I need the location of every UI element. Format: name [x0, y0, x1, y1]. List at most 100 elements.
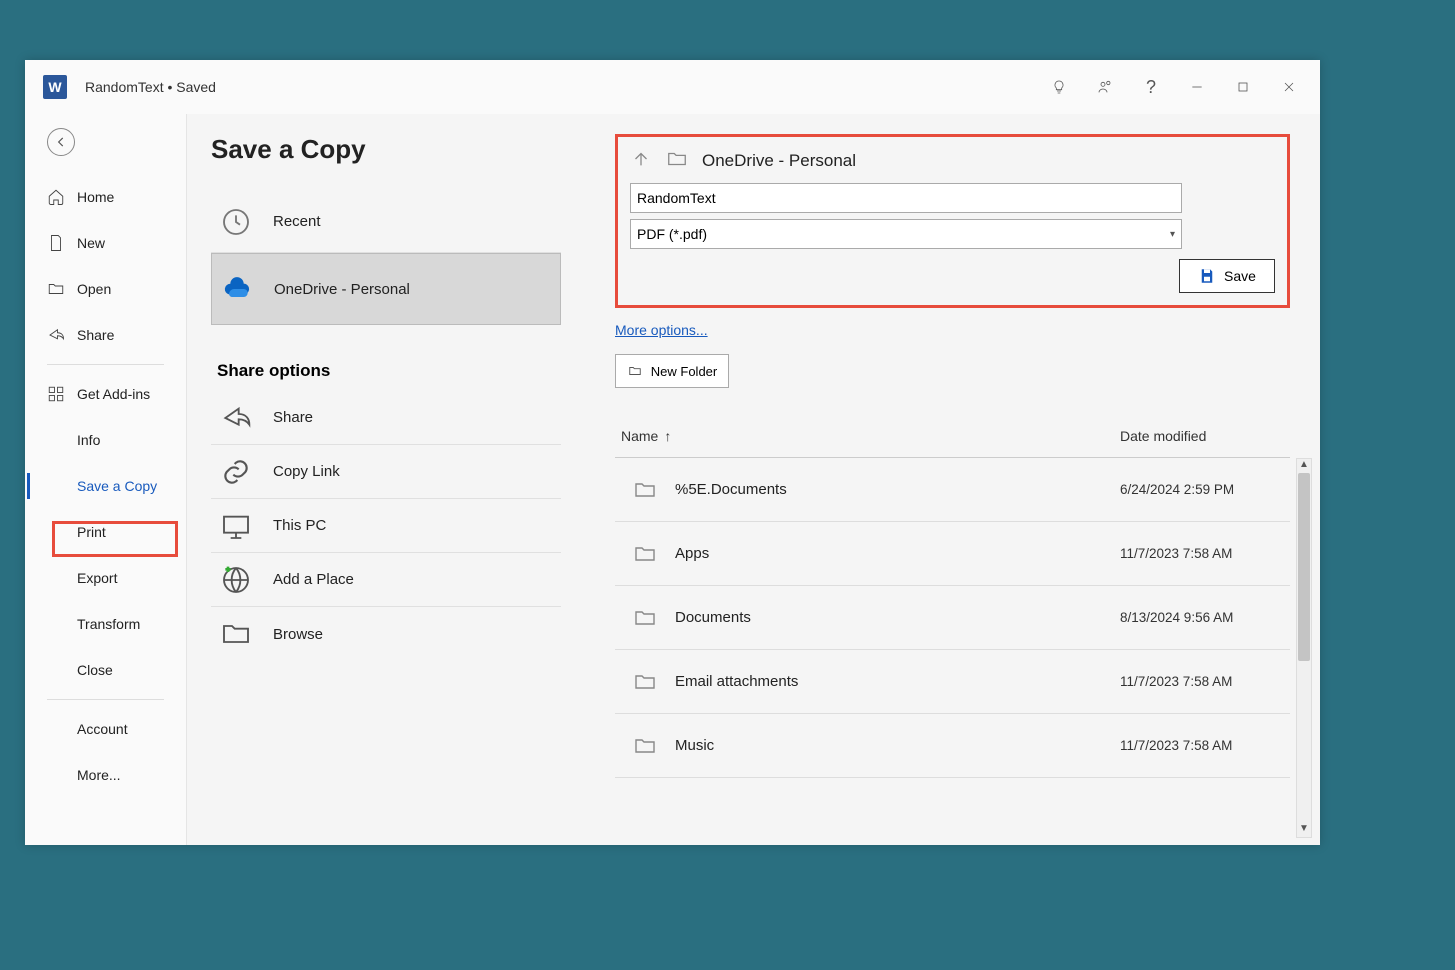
filetype-select[interactable]: PDF (*.pdf) ▾: [630, 219, 1182, 249]
location-onedrive[interactable]: OneDrive - Personal: [211, 253, 561, 325]
share-arrow-icon: [219, 401, 253, 435]
share-option-thispc[interactable]: This PC: [211, 499, 561, 553]
location-recent[interactable]: Recent: [211, 191, 561, 253]
column-date-header[interactable]: Date modified: [1120, 428, 1290, 444]
file-row[interactable]: Documents8/13/2024 9:56 AM: [615, 586, 1290, 650]
file-row[interactable]: %5E.Documents6/24/2024 2:59 PM: [615, 458, 1290, 522]
location-label: OneDrive - Personal: [274, 281, 410, 298]
account-icon[interactable]: [1082, 65, 1128, 109]
file-row[interactable]: Music11/7/2023 7:58 AM: [615, 714, 1290, 778]
new-doc-icon: [47, 234, 65, 252]
sidebar-item-more[interactable]: More...: [25, 752, 186, 798]
sidebar-item-label: Info: [77, 432, 100, 448]
share-option-label: This PC: [273, 517, 326, 534]
scrollbar[interactable]: ▲ ▼: [1296, 458, 1312, 838]
save-button-label: Save: [1224, 268, 1256, 284]
minimize-button[interactable]: [1174, 65, 1220, 109]
pc-icon: [219, 509, 253, 543]
share-option-addplace[interactable]: Add a Place: [211, 553, 561, 607]
file-name: Apps: [675, 545, 1120, 562]
lightbulb-icon[interactable]: [1036, 65, 1082, 109]
save-button[interactable]: Save: [1179, 259, 1275, 293]
sidebar-item-addins[interactable]: Get Add-ins: [25, 371, 186, 417]
close-button[interactable]: [1266, 65, 1312, 109]
current-path[interactable]: OneDrive - Personal: [702, 151, 856, 171]
column-name-header[interactable]: Name ↑: [615, 428, 1120, 444]
onedrive-icon: [220, 272, 254, 306]
save-panel: OneDrive - Personal PDF (*.pdf) ▾ Save M…: [585, 114, 1320, 845]
sidebar-item-label: Get Add-ins: [77, 386, 150, 402]
sort-asc-icon: ↑: [664, 428, 671, 444]
sidebar-item-info[interactable]: Info: [25, 417, 186, 463]
chevron-down-icon: ▾: [1170, 229, 1175, 240]
back-button[interactable]: [47, 128, 75, 156]
up-folder-button[interactable]: [630, 148, 652, 175]
filename-input[interactable]: [630, 183, 1182, 213]
scroll-down-arrow[interactable]: ▼: [1297, 823, 1311, 837]
share-option-label: Copy Link: [273, 463, 340, 480]
scroll-up-arrow[interactable]: ▲: [1297, 459, 1311, 473]
sidebar-item-save-a-copy[interactable]: Save a Copy: [25, 463, 186, 509]
link-icon: [219, 455, 253, 489]
sidebar-item-label: Export: [77, 570, 117, 586]
sidebar-item-label: Transform: [77, 616, 140, 632]
add-place-icon: [219, 563, 253, 597]
file-date: 11/7/2023 7:58 AM: [1120, 546, 1290, 561]
file-date: 11/7/2023 7:58 AM: [1120, 738, 1290, 753]
document-title: RandomText • Saved: [85, 79, 216, 95]
share-option-browse[interactable]: Browse: [211, 607, 561, 661]
share-option-label: Share: [273, 409, 313, 426]
new-folder-button[interactable]: New Folder: [615, 354, 729, 388]
filetype-value: PDF (*.pdf): [637, 226, 707, 242]
sidebar-item-home[interactable]: Home: [25, 174, 186, 220]
share-option-label: Browse: [273, 626, 323, 643]
folder-icon: [615, 670, 675, 694]
sidebar-item-new[interactable]: New: [25, 220, 186, 266]
folder-icon: [615, 478, 675, 502]
file-date: 6/24/2024 2:59 PM: [1120, 482, 1290, 497]
sidebar-item-export[interactable]: Export: [25, 555, 186, 601]
sidebar-item-print[interactable]: Print: [25, 509, 186, 555]
titlebar: RandomText • Saved ?: [25, 60, 1320, 114]
browse-folder-icon: [219, 617, 253, 651]
file-row[interactable]: Email attachments11/7/2023 7:58 AM: [615, 650, 1290, 714]
sidebar-item-label: New: [77, 235, 105, 251]
new-folder-label: New Folder: [651, 364, 717, 379]
folder-icon: [615, 606, 675, 630]
page-title: Save a Copy: [211, 134, 561, 165]
share-options-heading: Share options: [217, 361, 561, 381]
clock-icon: [219, 205, 253, 239]
sidebar-item-label: Home: [77, 189, 114, 205]
sidebar-item-share[interactable]: Share: [25, 312, 186, 358]
sidebar-item-close[interactable]: Close: [25, 647, 186, 693]
sidebar-item-account[interactable]: Account: [25, 706, 186, 752]
sidebar-item-open[interactable]: Open: [25, 266, 186, 312]
share-option-label: Add a Place: [273, 571, 354, 588]
sidebar-item-label: Share: [77, 327, 114, 343]
folder-icon: [615, 734, 675, 758]
sidebar-separator: [47, 364, 164, 365]
share-option-share[interactable]: Share: [211, 391, 561, 445]
file-name: %5E.Documents: [675, 481, 1120, 498]
file-list-header: Name ↑ Date modified: [615, 414, 1290, 458]
sidebar-item-transform[interactable]: Transform: [25, 601, 186, 647]
file-name: Documents: [675, 609, 1120, 626]
file-list: ▲ ▼ %5E.Documents6/24/2024 2:59 PMApps11…: [615, 458, 1290, 778]
file-date: 11/7/2023 7:58 AM: [1120, 674, 1290, 689]
maximize-button[interactable]: [1220, 65, 1266, 109]
file-name: Music: [675, 737, 1120, 754]
sidebar-item-label: Close: [77, 662, 113, 678]
backstage-sidebar: Home New Open Share Get Add-ins Info: [25, 114, 187, 845]
location-label: Recent: [273, 213, 321, 230]
more-options-link[interactable]: More options...: [615, 322, 1290, 338]
folder-path-icon: [666, 148, 688, 175]
word-window: RandomText • Saved ? Home New: [25, 60, 1320, 845]
scrollbar-thumb[interactable]: [1298, 473, 1310, 661]
open-folder-icon: [47, 280, 65, 298]
home-icon: [47, 188, 65, 206]
file-row[interactable]: Apps11/7/2023 7:58 AM: [615, 522, 1290, 586]
share-option-copylink[interactable]: Copy Link: [211, 445, 561, 499]
locations-column: Save a Copy Recent OneDrive - Personal S…: [187, 114, 585, 845]
annotation-save-box: OneDrive - Personal PDF (*.pdf) ▾ Save: [615, 134, 1290, 308]
help-icon[interactable]: ?: [1128, 65, 1174, 109]
